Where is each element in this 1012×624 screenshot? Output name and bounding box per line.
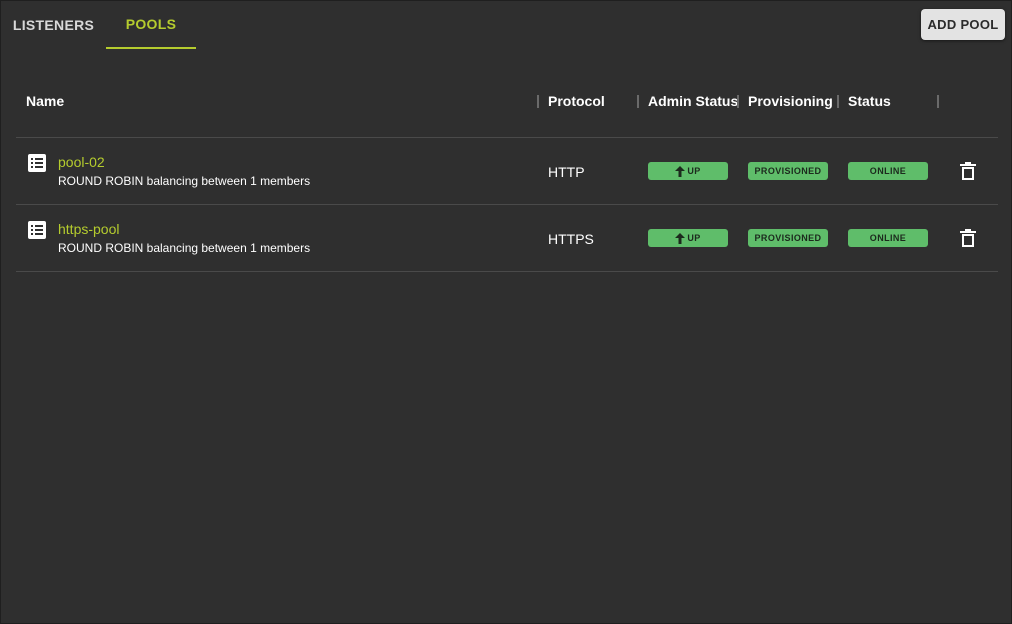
list-icon bbox=[28, 154, 46, 172]
pool-name-link[interactable]: pool-02 bbox=[58, 154, 105, 170]
column-header-name[interactable]: Name bbox=[26, 93, 64, 109]
tab-pools[interactable]: POOLS bbox=[106, 1, 196, 49]
column-header-admin-status[interactable]: Admin Status bbox=[648, 93, 738, 109]
admin-status-label: UP bbox=[687, 233, 701, 243]
protocol-value: HTTP bbox=[548, 164, 585, 180]
table-header: Name Protocol Admin Status Provisioning … bbox=[16, 67, 998, 138]
pools-panel: LISTENERS POOLS ADD POOL Name Protocol A… bbox=[0, 0, 1012, 624]
table-row: https-pool ROUND ROBIN balancing between… bbox=[16, 205, 998, 272]
status-badge: ONLINE bbox=[848, 162, 928, 180]
admin-status-badge: UP bbox=[648, 229, 728, 247]
admin-status-label: UP bbox=[687, 166, 701, 176]
column-divider[interactable] bbox=[737, 95, 739, 108]
trash-icon[interactable] bbox=[960, 162, 976, 180]
provisioning-badge: PROVISIONED bbox=[748, 229, 828, 247]
column-divider[interactable] bbox=[937, 95, 939, 108]
arrow-up-icon bbox=[675, 165, 686, 177]
tab-bar: LISTENERS POOLS bbox=[1, 1, 196, 49]
column-header-status[interactable]: Status bbox=[848, 93, 891, 109]
pool-description: ROUND ROBIN balancing between 1 members bbox=[58, 174, 311, 188]
column-divider[interactable] bbox=[637, 95, 639, 108]
provisioning-badge: PROVISIONED bbox=[748, 162, 828, 180]
pool-description: ROUND ROBIN balancing between 1 members bbox=[58, 241, 311, 255]
protocol-value: HTTPS bbox=[548, 231, 594, 247]
list-icon bbox=[28, 221, 46, 239]
status-badge: ONLINE bbox=[848, 229, 928, 247]
column-header-provisioning[interactable]: Provisioning bbox=[748, 93, 833, 109]
add-pool-button[interactable]: ADD POOL bbox=[921, 9, 1005, 40]
pool-name-link[interactable]: https-pool bbox=[58, 221, 119, 237]
tab-listeners[interactable]: LISTENERS bbox=[1, 1, 106, 49]
column-divider[interactable] bbox=[537, 95, 539, 108]
table-row: pool-02 ROUND ROBIN balancing between 1 … bbox=[16, 138, 998, 205]
column-divider[interactable] bbox=[837, 95, 839, 108]
trash-icon[interactable] bbox=[960, 229, 976, 247]
admin-status-badge: UP bbox=[648, 162, 728, 180]
column-header-protocol[interactable]: Protocol bbox=[548, 93, 605, 109]
arrow-up-icon bbox=[675, 232, 686, 244]
pools-table: Name Protocol Admin Status Provisioning … bbox=[16, 67, 998, 272]
